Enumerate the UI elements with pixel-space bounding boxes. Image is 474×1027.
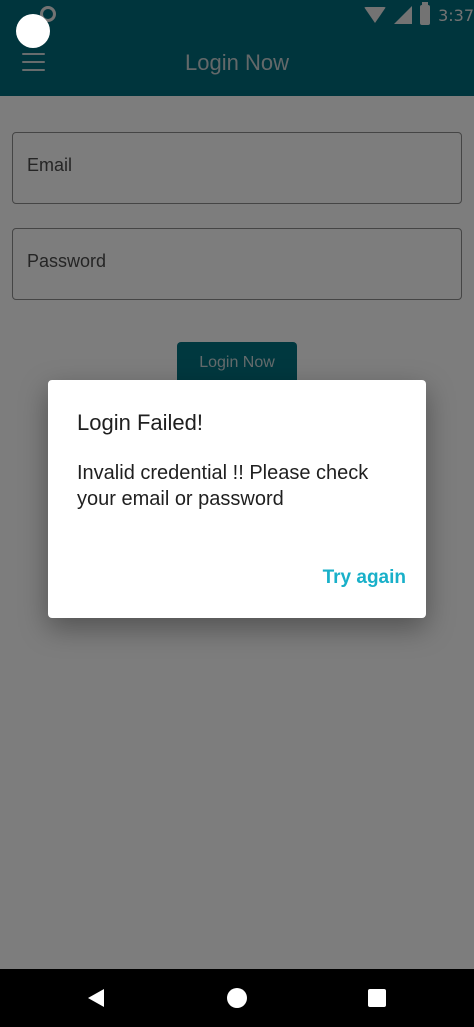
login-screen: 3:37 Login Now Email Password Login Now … [0, 0, 474, 1027]
try-again-button[interactable]: Try again [323, 567, 406, 589]
recents-icon[interactable] [368, 989, 386, 1007]
navigation-bar [0, 969, 474, 1027]
back-icon[interactable] [88, 989, 104, 1007]
login-failed-dialog: Login Failed! Invalid credential !! Plea… [48, 380, 426, 618]
dialog-message: Invalid credential !! Please check your … [77, 462, 369, 510]
touch-indicator-icon [16, 14, 50, 48]
dialog-title: Login Failed! [77, 410, 203, 435]
home-icon[interactable] [227, 988, 247, 1008]
